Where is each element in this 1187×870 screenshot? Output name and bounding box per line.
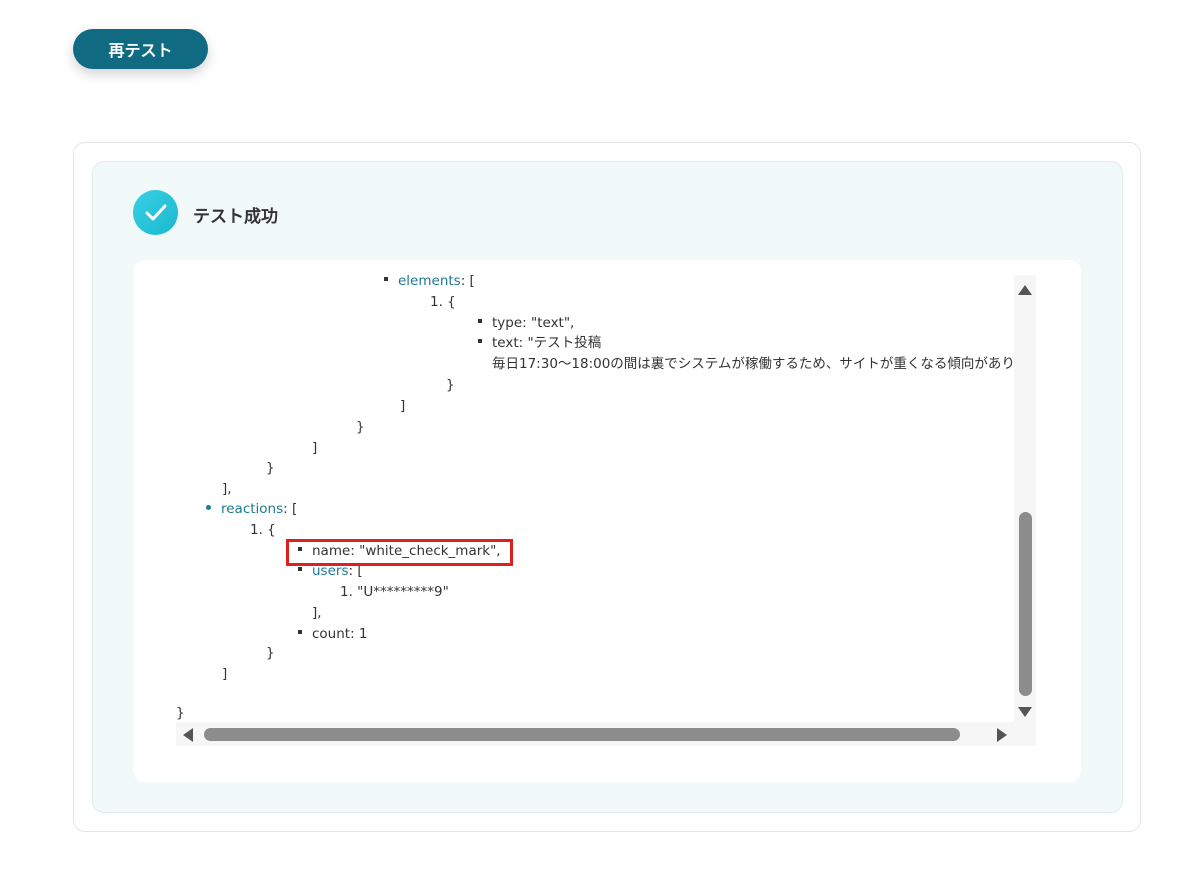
json-line: ] [400, 398, 406, 414]
scroll-down-arrow-icon[interactable] [1018, 707, 1032, 717]
json-line: count: 1 [298, 624, 368, 644]
highlight-box [286, 539, 513, 566]
scroll-up-arrow-icon[interactable] [1018, 285, 1032, 295]
json-line: } [266, 460, 275, 476]
json-line: elements: [ [384, 275, 475, 291]
json-line: 1. "U*********9" [340, 584, 449, 600]
json-line: type: "text", [478, 313, 574, 333]
retest-button[interactable]: 再テスト [73, 29, 208, 69]
json-line: ] [222, 666, 228, 682]
json-line: ], [312, 605, 322, 621]
json-line: text: "テスト投稿 [478, 333, 601, 353]
check-icon [133, 190, 178, 235]
json-line: } [356, 419, 365, 435]
json-line: } [446, 377, 455, 393]
json-line: 1. { [430, 294, 456, 310]
json-line: 1. { [250, 522, 276, 538]
horizontal-scroll-thumb[interactable] [204, 728, 960, 741]
json-line: } [266, 645, 275, 661]
json-line: reactions: [ [206, 499, 297, 519]
vertical-scroll-thumb[interactable] [1019, 512, 1032, 696]
json-viewport[interactable]: elements: [ 1. { type: "text", text: "テス… [176, 275, 1014, 722]
scroll-right-arrow-icon[interactable] [997, 728, 1007, 742]
scroll-left-arrow-icon[interactable] [183, 728, 193, 742]
json-line: ] [312, 440, 318, 456]
json-line: } [176, 705, 185, 721]
status-title: テスト成功 [193, 207, 278, 227]
json-line: 毎日17:30〜18:00の間は裏でシステムが稼働するため、サイトが重くなる傾向… [492, 356, 1014, 372]
json-line: ], [222, 481, 232, 497]
